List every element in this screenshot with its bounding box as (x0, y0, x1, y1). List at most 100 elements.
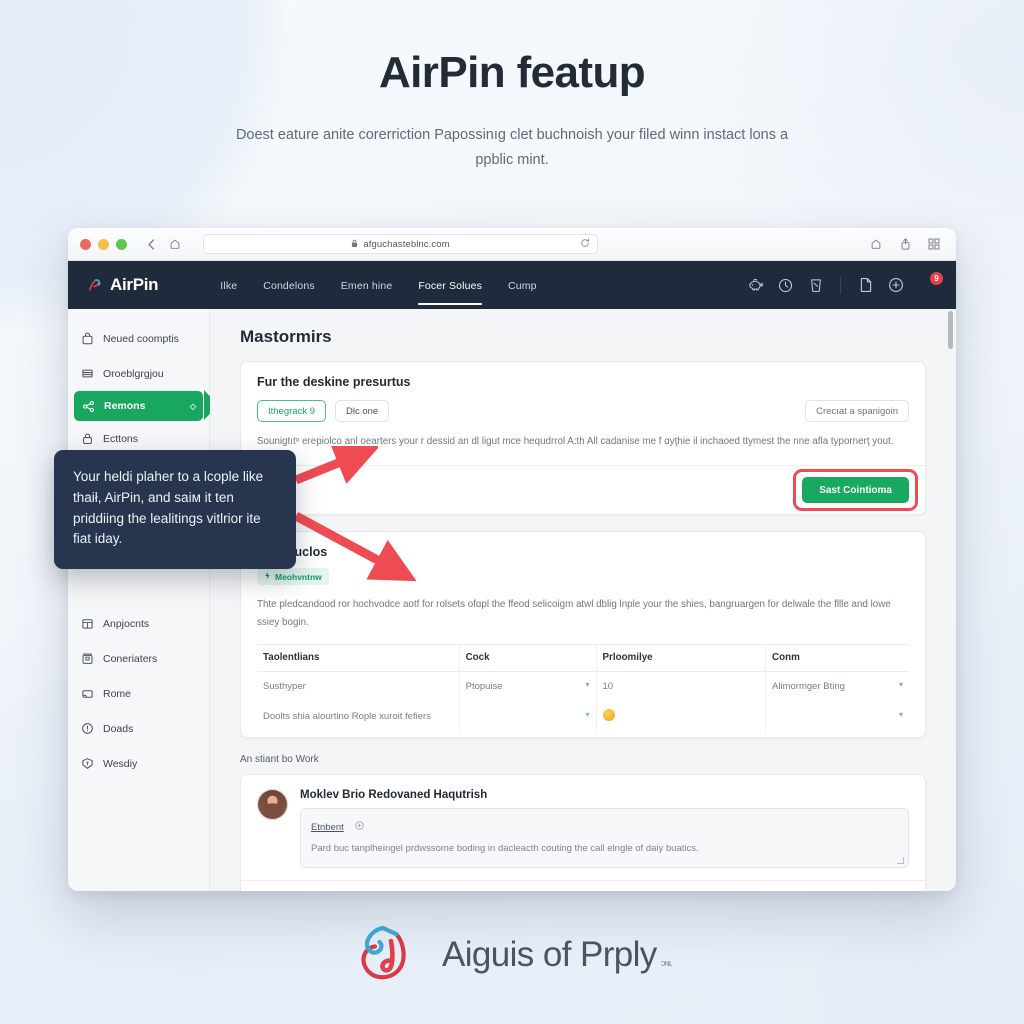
plus-icon[interactable] (355, 821, 364, 832)
nav-link-1[interactable]: Condelons (263, 266, 315, 305)
page-root: AirPin featup Doest eature anite corerri… (0, 0, 1024, 1024)
nav-link-2[interactable]: Emen hine (341, 266, 393, 305)
card-pedefluclos: Pedefluclos Meohvntnw Thte pledcandood r… (240, 531, 926, 738)
airpin-logo-icon (352, 919, 422, 990)
nav-link-0[interactable]: Ilke (220, 266, 237, 305)
avatar (257, 788, 288, 820)
data-table: Taolentlians Cock Prloomilye Conm Susthy… (257, 644, 909, 733)
sidebar-item-4[interactable]: Anpjocnts (68, 606, 209, 641)
url-bar[interactable]: afguchasteblnс.com (203, 234, 598, 254)
comment-textarea[interactable]: Etnbent Pard buc tanplheingel prdwssome … (300, 807, 909, 868)
navbar-divider (840, 276, 841, 294)
sidebar-item-0[interactable]: Neued coomptis (68, 321, 209, 356)
share-nodes-icon (81, 399, 95, 413)
card1-footer: 0 inesits Sast Cointioma (241, 465, 925, 514)
sidebar-item-1[interactable]: Oroeblgrgjou (68, 356, 209, 391)
comment-author-name: Moklev Brio Redovaned Haqutrish (300, 788, 488, 801)
comment-text: Pard buc tanplheingel prdwssome boding i… (311, 842, 699, 854)
resize-handle-icon[interactable] (897, 856, 904, 864)
save-button-wrapper: Sast Cointioma (793, 469, 918, 512)
scrollbar[interactable] (948, 309, 953, 891)
piggy-bank-icon[interactable] (747, 277, 764, 294)
nav-link-3-active[interactable]: Focer Solues (418, 266, 482, 305)
table-cell-select[interactable]: Ptopuise ▾ (458, 671, 597, 702)
bag-icon (80, 332, 94, 346)
table-cell-conn[interactable]: Alimormger Bting ▾ (765, 671, 909, 702)
card-comment: Moklev Brio Redovaned Haqutrish Etnbent … (240, 773, 926, 891)
table-cell-select-value: Ptopuise (465, 681, 503, 693)
chip-secondary[interactable]: Dlc one (335, 400, 390, 422)
maximize-window-button[interactable] (116, 238, 127, 250)
clock-icon[interactable] (777, 277, 794, 294)
tabs-grid-icon[interactable] (924, 234, 944, 254)
scrollbar-thumb[interactable] (948, 311, 953, 349)
callout-text: Your heldi plaher to a lcople like thaił… (73, 469, 264, 547)
status-emoji-icon (602, 708, 615, 721)
sidebar-item-label: Rome (103, 687, 132, 700)
status-badge-label: Meohvntnw (275, 571, 322, 582)
table-header-1: Cock (458, 644, 597, 673)
sidebar-item-label: Wesdiy (103, 757, 138, 770)
browser-chrome-actions (866, 234, 944, 254)
share-icon[interactable] (895, 234, 915, 254)
table-cell-qty: 10 (595, 671, 766, 702)
sidebar: Neued coomptis Oroeblgrgjou Remons ◇ Ect… (68, 309, 218, 891)
card1-chip-row: Ithegrack 9 Dlc one Crecıat a spanigoin (257, 400, 909, 422)
table-cell-name: Doolts shia alourtino Rople xuroit fefie… (263, 710, 431, 722)
table-cell-select[interactable]: ▾ (458, 701, 597, 733)
sidebar-item-label: Doads (103, 722, 134, 735)
home-icon[interactable] (866, 234, 886, 254)
sidebar-item-6[interactable]: Rome (68, 676, 209, 711)
alert-circle-icon (80, 722, 94, 736)
card1-body: Sounigtıtᵒ erepiolco anl oearters your r… (257, 436, 894, 447)
plus-circle-icon[interactable] (887, 277, 904, 294)
save-button[interactable]: Sast Cointioma (802, 477, 909, 504)
tag-icon (80, 757, 94, 771)
lock-icon (351, 239, 358, 250)
chevron-down-icon[interactable]: ▾ (580, 709, 590, 722)
reload-icon[interactable] (580, 238, 590, 251)
comment-tab-label[interactable]: Etnbent (311, 822, 344, 833)
chevron-down-icon[interactable]: ▾ (893, 679, 903, 692)
table-cell-conn[interactable]: ▾ (765, 701, 909, 733)
chevron-down-icon[interactable]: ▾ (893, 709, 903, 722)
footer-brand-text: Aiguis of Prply (441, 934, 657, 974)
table-row: Doolts shia alourtino Rople xuroit fefie… (257, 701, 909, 733)
footer: Aiguis of Prply ɔɴʟ (0, 919, 1024, 990)
navbar-links: Ilke Condelons Emen hine Focer Solues Cu… (220, 266, 536, 305)
table-header-0: Taolentlians (257, 644, 460, 673)
sidebar-item-label: Anpjocnts (103, 617, 150, 630)
close-window-button[interactable] (80, 238, 91, 250)
home-icon[interactable] (165, 234, 185, 254)
nav-link-4[interactable]: Cump (508, 266, 537, 305)
briefcase-icon (80, 652, 94, 666)
navbar-icons: 9 (747, 271, 943, 295)
document-icon[interactable] (857, 277, 874, 294)
minimize-window-button[interactable] (98, 238, 109, 250)
table-row: Susthyper Ptopuise ▾ 10 Alimormger Bting… (257, 671, 909, 702)
sidebar-item-label: Remons (104, 400, 146, 412)
brand-logo[interactable]: AirPin (86, 275, 159, 295)
chip-create[interactable]: Crecıat a spanigoin (805, 400, 909, 422)
chip-primary[interactable]: Ithegrack 9 (257, 400, 326, 422)
hero-section: AirPin featup Doest eature anite corerri… (0, 0, 1024, 172)
notification-badge: 9 (930, 271, 943, 285)
sidebar-item-label: Coneriaters (103, 652, 158, 665)
comment-block: Moklev Brio Redovaned Haqutrish Etnbent … (241, 775, 925, 880)
cup-icon[interactable] (807, 277, 824, 294)
back-chevron-icon[interactable] (141, 234, 161, 254)
table-cell-name: Susthyper (263, 681, 306, 693)
comment-footer: Loon you's to a siue of thef nling Reone (241, 879, 925, 891)
app-body: Neued coomptis Oroeblgrgjou Remons ◇ Ect… (68, 309, 956, 891)
sidebar-item-7[interactable]: Doads (68, 711, 209, 746)
chevron-down-icon[interactable]: ▾ (580, 679, 590, 692)
table-cell-status (595, 701, 766, 733)
sidebar-item-2-active[interactable]: Remons ◇ (74, 391, 203, 421)
sidebar-item-5[interactable]: Coneriaters (68, 641, 209, 676)
table-header-row: Taolentlians Cock Prloomilye Conm (257, 644, 909, 673)
window-traffic-lights[interactable] (80, 238, 127, 250)
sidebar-item-8[interactable]: Wesdiy (68, 746, 209, 781)
avatar[interactable]: 9 (919, 271, 943, 295)
chevron-expand-icon[interactable]: ◇ (190, 402, 196, 411)
url-text: afguchasteblnс.com (363, 238, 450, 250)
